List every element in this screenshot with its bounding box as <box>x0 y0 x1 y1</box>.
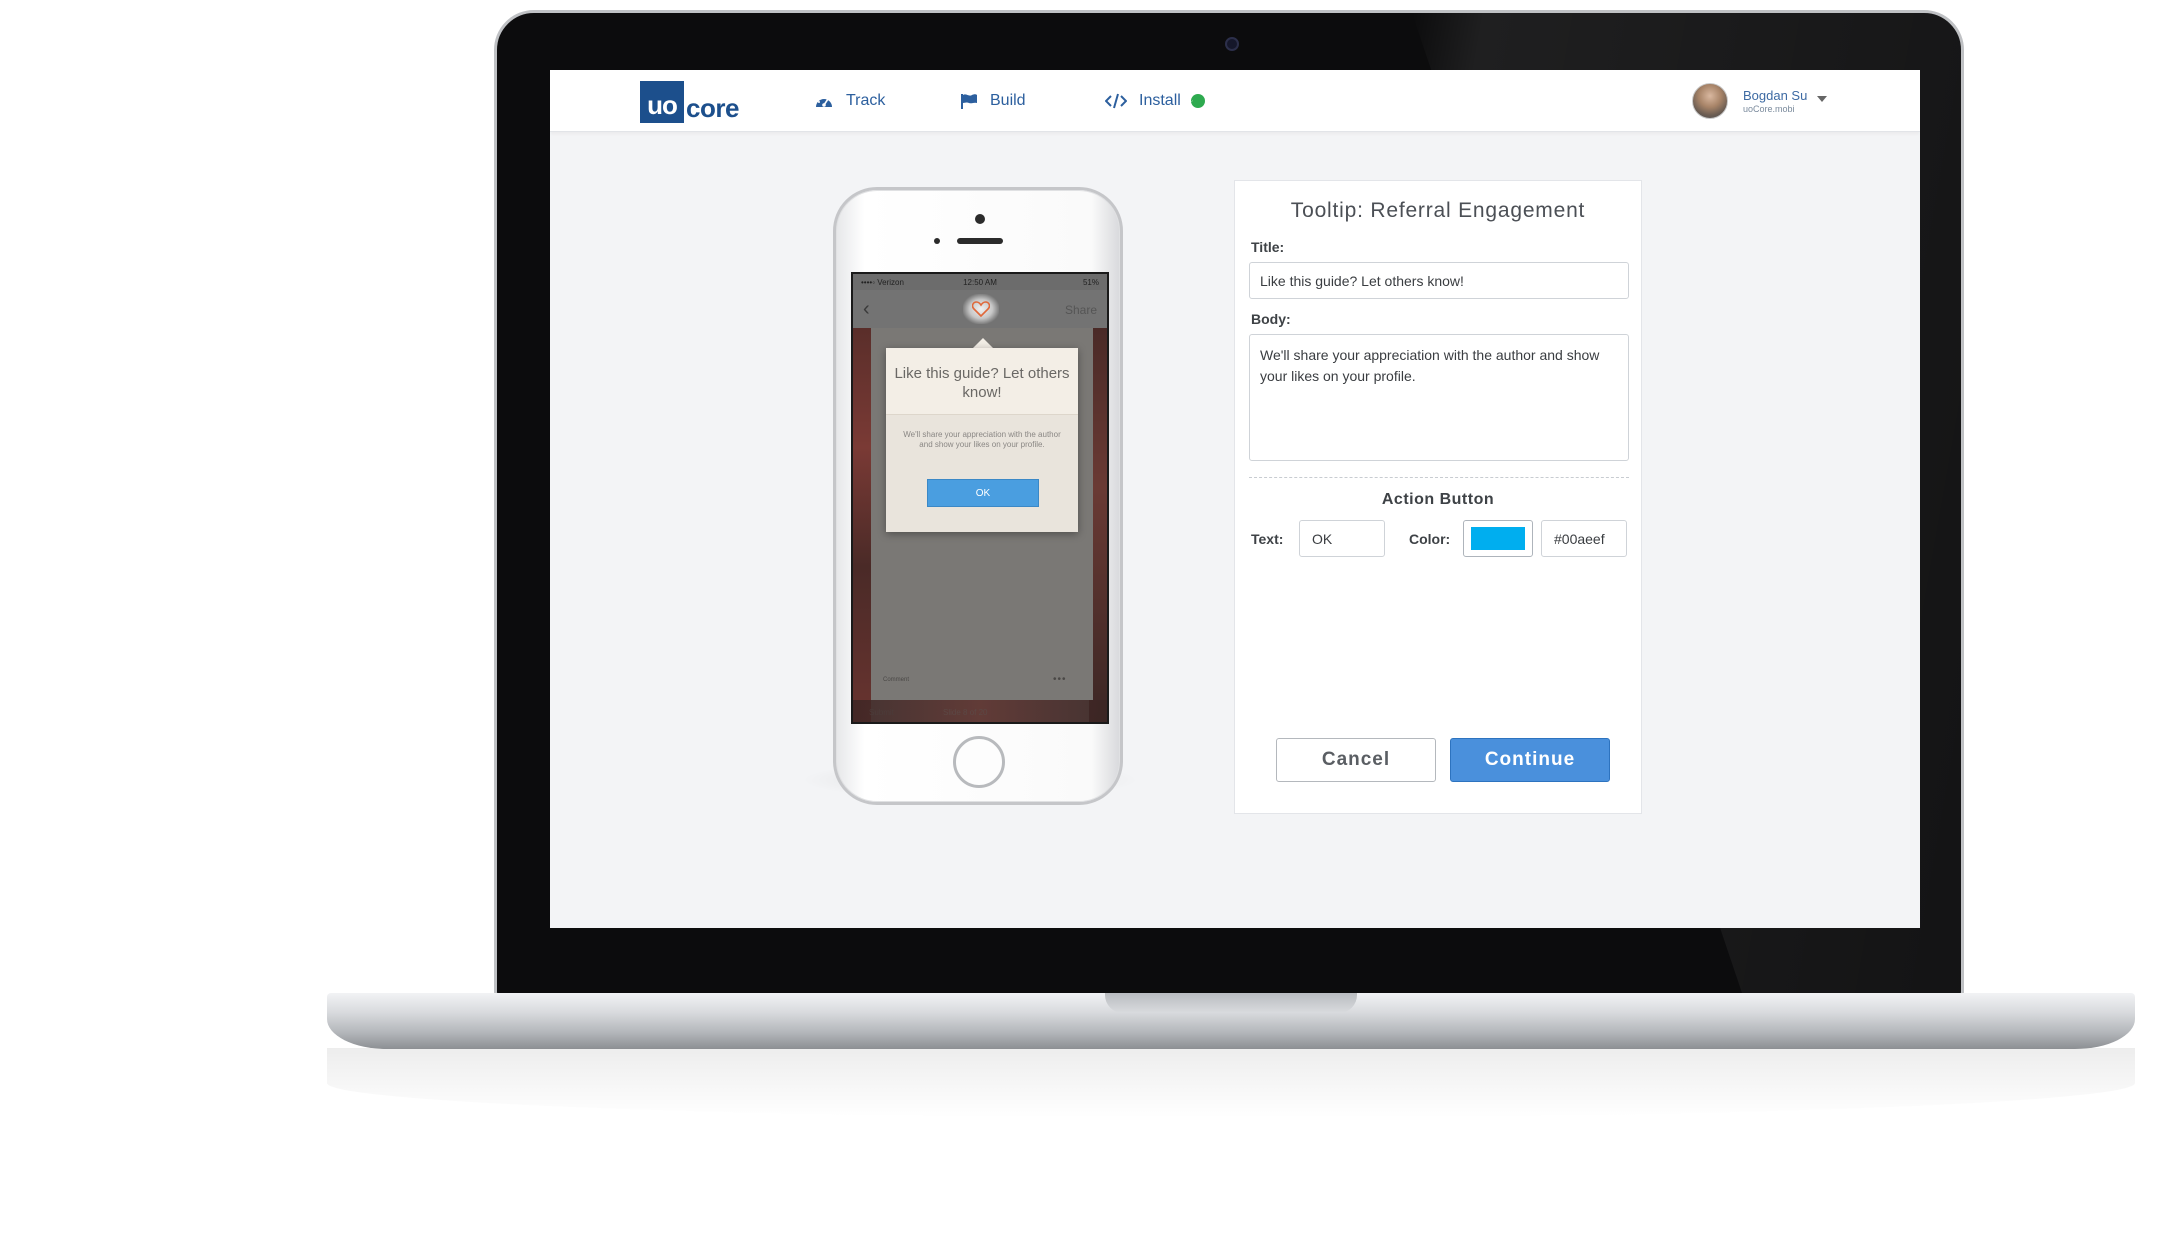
status-time: 12:50 AM <box>963 277 997 287</box>
user-menu[interactable]: Bogdan Su uoCore.mobi <box>1692 81 1828 121</box>
color-picker[interactable] <box>1463 520 1533 557</box>
chevron-left-icon[interactable]: ‹ <box>863 299 870 319</box>
home-button <box>953 736 1005 788</box>
heart-icon <box>972 301 990 317</box>
phone-camera <box>975 214 985 224</box>
slide-counter: Slide 8 of 20 <box>943 708 988 717</box>
app-screen: uo core Track Build Install Bogdan Su uo… <box>550 70 1920 928</box>
user-info: Bogdan Su uoCore.mobi <box>1743 88 1807 115</box>
status-battery: 51% <box>1082 277 1099 287</box>
logo-mark: uo <box>640 81 684 123</box>
more-dots-icon: ••• <box>1053 674 1067 685</box>
phone-screen: ••••◦ Verizon 12:50 AM 51% ‹ Share Like … <box>851 272 1109 724</box>
background-photo-left <box>853 328 871 722</box>
text-label: Text: <box>1251 531 1284 547</box>
user-site: uoCore.mobi <box>1743 103 1795 114</box>
flag-icon <box>961 94 977 109</box>
section-divider <box>1249 477 1629 478</box>
action-button-heading: Action Button <box>1381 491 1495 508</box>
color-label: Color: <box>1409 531 1451 547</box>
dashboard-icon <box>816 96 832 107</box>
laptop-shadow <box>327 1048 2135 1118</box>
nav-install[interactable]: Install <box>1105 90 1205 112</box>
nav-install-label: Install <box>1139 92 1181 109</box>
tooltip-editor-panel: Tooltip: Referral Engagement Title: Like… <box>1234 180 1642 814</box>
user-name: Bogdan Su <box>1743 87 1808 103</box>
share-link[interactable]: Share <box>1065 303 1097 317</box>
nav-track[interactable]: Track <box>814 90 885 112</box>
status-carrier: ••••◦ Verizon <box>861 277 904 287</box>
laptop-notch <box>1105 993 1357 1013</box>
submit-label: Submit <box>869 708 894 717</box>
webcam <box>1225 37 1239 51</box>
code-icon <box>1105 93 1127 109</box>
uocore-logo[interactable]: uo core <box>640 81 739 123</box>
cancel-button[interactable]: Cancel <box>1276 738 1436 782</box>
phone-speaker <box>957 238 1003 244</box>
caret-down-icon <box>1817 96 1828 102</box>
tooltip-preview: Like this guide? Let others know! We'll … <box>886 348 1078 532</box>
phone-preview: ••••◦ Verizon 12:50 AM 51% ‹ Share Like … <box>833 187 1123 805</box>
body-label: Body: <box>1251 311 1291 327</box>
nav-track-label: Track <box>846 92 886 109</box>
continue-button[interactable]: Continue <box>1450 738 1610 782</box>
nav-build[interactable]: Build <box>960 90 1026 112</box>
tooltip-ok-button[interactable]: OK <box>927 479 1039 507</box>
phone-status-bar: ••••◦ Verizon 12:50 AM 51% <box>853 274 1107 290</box>
panel-title: Tooltip: Referral Engagement <box>1290 199 1586 222</box>
color-swatch <box>1471 527 1525 550</box>
avatar <box>1692 83 1728 119</box>
body-textarea[interactable]: We'll share your appreciation with the a… <box>1249 334 1629 461</box>
color-hex-input[interactable]: #00aeef <box>1541 520 1627 557</box>
check-circle-icon <box>1190 94 1205 108</box>
top-navbar: uo core Track Build Install Bogdan Su uo… <box>550 70 1920 132</box>
button-text-input[interactable]: OK <box>1299 520 1385 557</box>
nav-build-label: Build <box>990 92 1026 109</box>
logo-wordmark: core <box>686 93 739 123</box>
title-label: Title: <box>1251 239 1285 255</box>
phone-sensor <box>934 238 940 244</box>
phone-nav-bar: ‹ Share <box>853 290 1107 328</box>
tooltip-title: Like this guide? Let others know! <box>894 365 1070 401</box>
tooltip-body: We'll share your appreciation with the a… <box>903 430 1061 449</box>
title-input[interactable]: Like this guide? Let others know! <box>1249 262 1629 299</box>
heart-spotlight[interactable] <box>963 294 999 324</box>
comment-label: Comment <box>883 677 910 683</box>
